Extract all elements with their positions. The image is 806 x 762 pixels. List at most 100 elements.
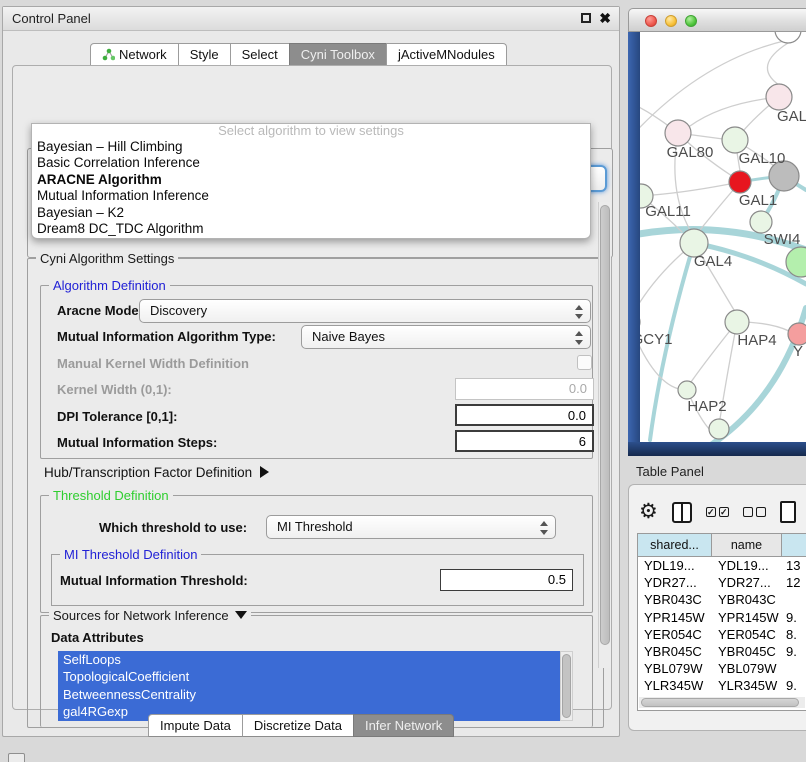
table-row[interactable]: YDR27...YDR27...12 [638,574,806,591]
table-row[interactable]: YBR045CYBR045C9. [638,643,806,660]
network-canvas[interactable]: GALGAL80GAL10GAL1GAL11SWI4GAL4GCY1HAP4YH… [640,32,806,442]
network-edge[interactable] [653,182,740,195]
table-cell: 8. [782,626,806,643]
attribute-item[interactable]: SelfLoops [58,651,560,668]
table-row[interactable]: YBL079WYBL079W [638,660,806,677]
bottom-left-chip[interactable] [8,753,25,762]
node-label: Y [793,343,803,360]
algorithm-definition-title: Algorithm Definition [49,278,170,293]
hub-definition-toggle[interactable]: Hub/Transcription Factor Definition [44,465,269,480]
algorithm-option[interactable]: Bayesian – Hill Climbing [32,139,590,155]
table-row[interactable]: YLR345WYLR345W9. [638,677,806,694]
network-node-gal1[interactable] [729,171,751,193]
algorithm-option[interactable]: Bayesian – K2 [32,205,590,221]
network-node-swi4[interactable] [750,211,772,233]
tab-jactivemnodules[interactable]: jActiveMNodules [386,43,507,66]
table-cell: YBR045C [638,643,712,660]
select-all-checks-icon[interactable]: ✓✓ [706,507,729,517]
deselect-all-icon[interactable] [743,507,766,517]
split-columns-icon[interactable] [672,502,692,523]
tab-network[interactable]: Network [90,43,179,66]
tab-impute-data[interactable]: Impute Data [148,714,243,737]
table-panel-title: Table Panel [636,464,704,479]
table-row[interactable]: YDL19...YDL19...13 [638,557,806,574]
network-window-frame-left [628,32,640,456]
attribute-item[interactable]: BetweennessCentrality [58,686,560,703]
network-node[interactable] [775,32,801,43]
control-panel-title: Control Panel [12,11,91,26]
table-row[interactable]: YER054CYER054C8. [638,626,806,643]
algorithm-option[interactable]: Mutual Information Inference [32,188,590,204]
table-cell: 9. [782,643,806,660]
dpi-tolerance-label: DPI Tolerance [0,1]: [57,409,177,424]
aracne-mode-combo[interactable]: Discovery [139,299,591,323]
network-edge[interactable] [767,43,788,85]
column-header-name[interactable]: name [712,534,782,556]
table-cell: 9. [782,677,806,694]
table-cell: 9. [782,609,806,626]
tab-style[interactable]: Style [178,43,231,66]
which-threshold-label: Which threshold to use: [99,520,247,535]
zoom-window-icon[interactable] [685,15,697,27]
tab-label: Select [242,47,278,62]
table-cell: YDR27... [638,574,712,591]
attribute-item[interactable]: TopologicalCoefficient [58,668,560,685]
network-node-hap4[interactable] [725,310,749,334]
table-cell: YER054C [638,626,712,643]
settings-vertical-scrollbar[interactable] [598,202,611,668]
algorithm-option[interactable]: Basic Correlation Inference [32,155,590,171]
close-panel-icon[interactable]: ✖ [599,10,611,27]
node-label: GCY1 [640,331,672,348]
attributes-list-scrollbar[interactable] [560,651,573,721]
cyni-settings-title: Cyni Algorithm Settings [36,251,178,266]
column-header-partial[interactable] [782,534,806,556]
kernel-width-input[interactable]: 0.0 [455,378,594,400]
data-attributes-list[interactable]: SelfLoopsTopologicalCoefficientBetweenne… [58,651,560,721]
expanded-arrow-icon [235,611,247,619]
node-label: GAL [777,108,806,125]
network-node-y[interactable] [788,323,806,345]
algorithm-option[interactable]: ARACNE Algorithm [32,172,590,188]
table-row[interactable]: YPR145WYPR145W9. [638,609,806,626]
tab-discretize-data[interactable]: Discretize Data [242,714,354,737]
network-node-hap2[interactable] [678,381,696,399]
tab-cyni-toolbox[interactable]: Cyni Toolbox [289,43,387,66]
dpi-tolerance-input[interactable]: 0.0 [455,404,594,426]
which-threshold-combo[interactable]: MI Threshold [266,515,556,539]
network-graph: GALGAL80GAL10GAL1GAL11SWI4GAL4GCY1HAP4YH… [640,32,806,442]
file-icon[interactable] [780,501,796,523]
aracne-mode-label: Aracne Mode: [57,303,143,318]
network-node[interactable] [709,419,729,439]
mi-threshold-input[interactable]: 0.5 [440,569,573,591]
table-cell [782,660,806,677]
float-window-icon[interactable] [581,13,591,23]
table-cell [782,591,806,608]
manual-kernel-checkbox[interactable] [577,355,592,370]
close-window-icon[interactable] [645,15,657,27]
network-edge[interactable] [640,40,788,140]
network-icon [102,48,115,61]
network-node-gal[interactable] [766,84,792,110]
table-row[interactable]: YBR043CYBR043C [638,591,806,608]
column-header-shared-name[interactable]: shared... [638,534,712,556]
mi-steps-input[interactable]: 6 [455,430,594,452]
table-cell: YBR043C [638,591,712,608]
table-cell: YDR27... [712,574,782,591]
table-horizontal-scrollbar[interactable] [639,697,805,708]
network-window-titlebar[interactable] [628,8,806,32]
mi-algorithm-type-combo[interactable]: Naive Bayes [301,325,591,349]
network-edge[interactable] [640,196,641,305]
network-edge[interactable] [690,97,779,126]
control-panel-titlebar: Control Panel ✖ [3,7,619,31]
algorithm-dropdown-popup: Select algorithm to view settings Bayesi… [31,123,591,239]
table-header-row: shared... name [638,534,806,557]
minimize-window-icon[interactable] [665,15,677,27]
sources-title[interactable]: Sources for Network Inference [49,608,251,623]
tab-select[interactable]: Select [230,43,290,66]
data-attributes-label: Data Attributes [51,630,144,645]
table-cell: YPR145W [712,609,782,626]
algorithm-option[interactable]: Dream8 DC_TDC Algorithm [32,221,590,237]
gear-icon[interactable]: ⚙ [639,501,658,523]
network-node-gal80[interactable] [665,120,691,146]
tab-infer-network[interactable]: Infer Network [353,714,454,737]
